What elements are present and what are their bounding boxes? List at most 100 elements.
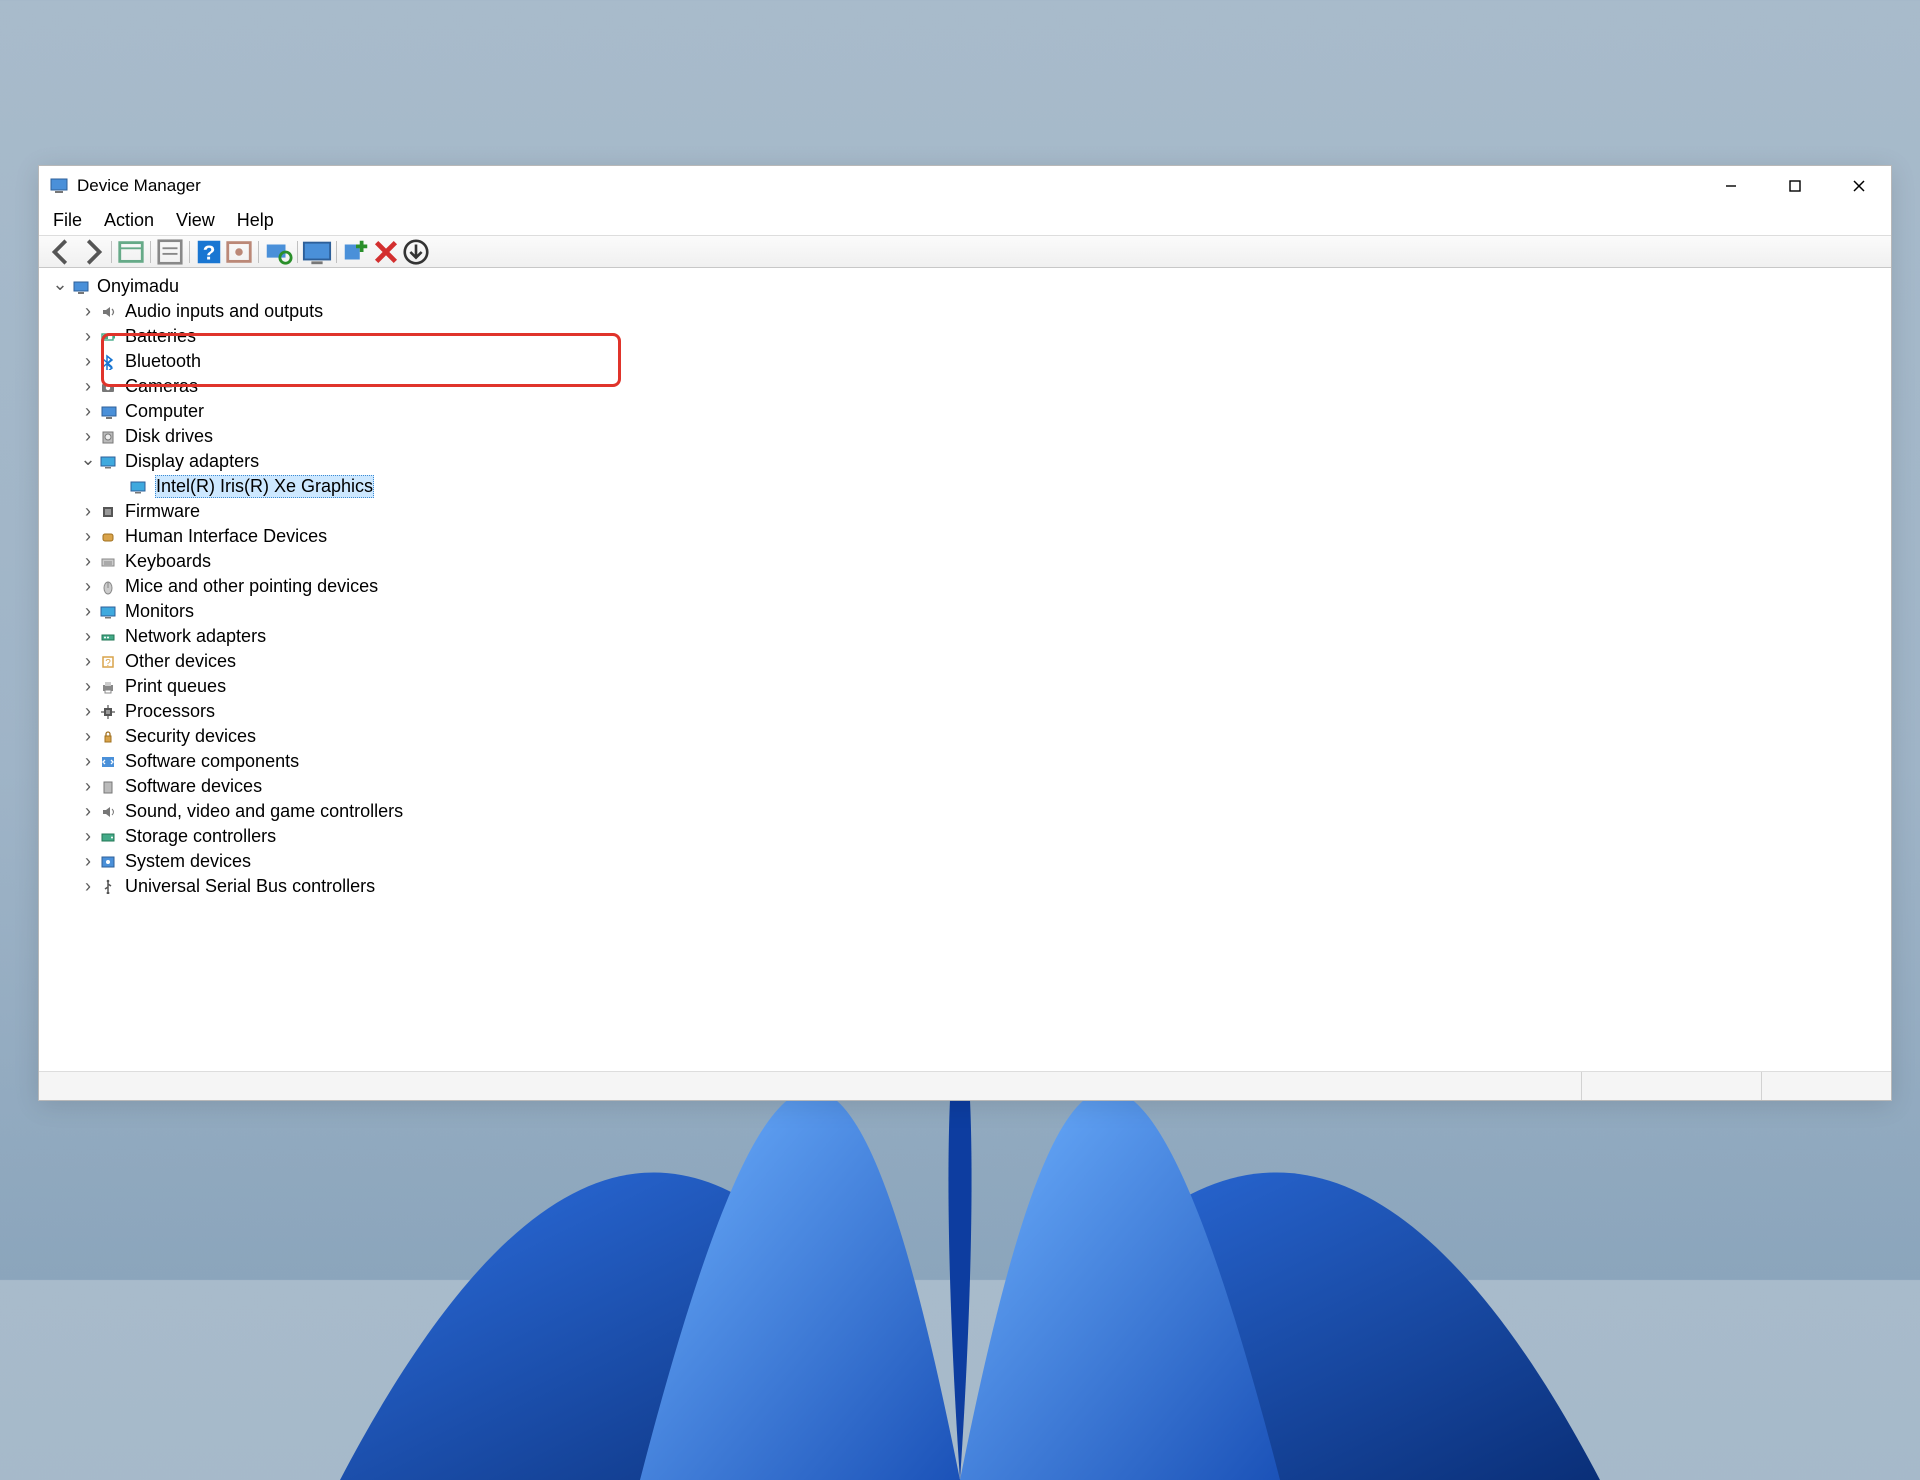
tree-item-label: Intel(R) Iris(R) Xe Graphics <box>155 475 374 498</box>
tree-item-hid[interactable]: Human Interface Devices <box>47 524 1887 549</box>
menu-view[interactable]: View <box>176 210 215 231</box>
tree-item-label: Keyboards <box>125 551 211 572</box>
monitor-icon[interactable] <box>302 239 332 265</box>
chevron-down-icon[interactable] <box>79 451 97 472</box>
tree-item-speaker[interactable]: Audio inputs and outputs <box>47 299 1887 324</box>
menu-help[interactable]: Help <box>237 210 274 231</box>
tree-item-label: Security devices <box>125 726 256 747</box>
camera-icon <box>97 378 119 396</box>
tree-item-label: Network adapters <box>125 626 266 647</box>
tree-item-battery[interactable]: Batteries <box>47 324 1887 349</box>
tree-item-disk[interactable]: Disk drives <box>47 424 1887 449</box>
tree-item-storage[interactable]: Storage controllers <box>47 824 1887 849</box>
chevron-right-icon[interactable] <box>79 851 97 872</box>
chevron-right-icon[interactable] <box>79 826 97 847</box>
printer-icon <box>97 678 119 696</box>
remove-icon[interactable] <box>371 239 401 265</box>
tree-item-label: Storage controllers <box>125 826 276 847</box>
tree-item-label: Cameras <box>125 376 198 397</box>
tree-item-cpu[interactable]: Processors <box>47 699 1887 724</box>
chevron-down-icon[interactable] <box>51 276 69 297</box>
tree-item-firmware[interactable]: Firmware <box>47 499 1887 524</box>
system-icon <box>97 853 119 871</box>
forward-arrow-icon[interactable] <box>77 239 107 265</box>
device-tree[interactable]: OnyimaduAudio inputs and outputsBatterie… <box>39 268 1891 1072</box>
chevron-right-icon[interactable] <box>79 651 97 672</box>
titlebar[interactable]: Device Manager <box>39 166 1891 206</box>
chevron-right-icon[interactable] <box>79 776 97 797</box>
maximize-button[interactable] <box>1763 166 1827 206</box>
chevron-right-icon[interactable] <box>79 426 97 447</box>
tree-item-system[interactable]: System devices <box>47 849 1887 874</box>
tree-item-label: Monitors <box>125 601 194 622</box>
tree-item-label: Human Interface Devices <box>125 526 327 547</box>
chevron-right-icon[interactable] <box>79 576 97 597</box>
tree-item-bluetooth[interactable]: Bluetooth <box>47 349 1887 374</box>
tree-item-display-device[interactable]: Intel(R) Iris(R) Xe Graphics <box>47 474 1887 499</box>
app-icon <box>49 176 69 196</box>
chevron-right-icon[interactable] <box>79 801 97 822</box>
menu-action[interactable]: Action <box>104 210 154 231</box>
chevron-right-icon[interactable] <box>79 626 97 647</box>
tree-item-camera[interactable]: Cameras <box>47 374 1887 399</box>
tree-item-label: Display adapters <box>125 451 259 472</box>
display-icon <box>97 453 119 471</box>
tree-item-label: Sound, video and game controllers <box>125 801 403 822</box>
tree-item-usb[interactable]: Universal Serial Bus controllers <box>47 874 1887 899</box>
hid-icon <box>97 528 119 546</box>
storage-icon <box>97 828 119 846</box>
chevron-right-icon[interactable] <box>79 751 97 772</box>
chevron-right-icon[interactable] <box>79 326 97 347</box>
tree-item-security[interactable]: Security devices <box>47 724 1887 749</box>
chevron-right-icon[interactable] <box>79 301 97 322</box>
tree-item-monitor[interactable]: Monitors <box>47 599 1887 624</box>
install-icon[interactable] <box>401 239 431 265</box>
tree-item-keyboard[interactable]: Keyboards <box>47 549 1887 574</box>
tree-item-display[interactable]: Display adapters <box>47 449 1887 474</box>
tree-item-mouse[interactable]: Mice and other pointing devices <box>47 574 1887 599</box>
battery-icon <box>97 328 119 346</box>
chevron-right-icon[interactable] <box>79 376 97 397</box>
chevron-right-icon[interactable] <box>79 726 97 747</box>
chevron-right-icon[interactable] <box>79 501 97 522</box>
back-arrow-icon[interactable] <box>47 239 77 265</box>
tree-item-network[interactable]: Network adapters <box>47 624 1887 649</box>
chevron-right-icon[interactable] <box>79 676 97 697</box>
chevron-right-icon[interactable] <box>79 551 97 572</box>
monitor-icon <box>97 603 119 621</box>
sw-comp-icon <box>97 753 119 771</box>
menu-file[interactable]: File <box>53 210 82 231</box>
chevron-right-icon[interactable] <box>79 526 97 547</box>
tree-item-printer[interactable]: Print queues <box>47 674 1887 699</box>
tree-item-label: System devices <box>125 851 251 872</box>
tree-item-computer[interactable]: Computer <box>47 399 1887 424</box>
tree-item-sw-dev[interactable]: Software devices <box>47 774 1887 799</box>
tree-item-label: Print queues <box>125 676 226 697</box>
close-button[interactable] <box>1827 166 1891 206</box>
chevron-right-icon[interactable] <box>79 601 97 622</box>
tree-root[interactable]: Onyimadu <box>47 274 1887 299</box>
help-icon[interactable]: ? <box>194 239 224 265</box>
minimize-button[interactable] <box>1699 166 1763 206</box>
add-legacy-icon[interactable] <box>341 239 371 265</box>
update-policy-icon[interactable] <box>224 239 254 265</box>
properties-icon[interactable] <box>155 239 185 265</box>
tree-item-label: Batteries <box>125 326 196 347</box>
tree-item-label: Disk drives <box>125 426 213 447</box>
chevron-right-icon[interactable] <box>79 351 97 372</box>
cpu-icon <box>97 703 119 721</box>
tree-item-label: Computer <box>125 401 204 422</box>
tree-item-sound[interactable]: Sound, video and game controllers <box>47 799 1887 824</box>
window-title: Device Manager <box>77 176 201 196</box>
keyboard-icon <box>97 553 119 571</box>
chevron-right-icon[interactable] <box>79 876 97 897</box>
tree-item-sw-comp[interactable]: Software components <box>47 749 1887 774</box>
tree-item-other[interactable]: ?Other devices <box>47 649 1887 674</box>
svg-text:?: ? <box>203 241 216 264</box>
tree-item-label: Mice and other pointing devices <box>125 576 378 597</box>
show-hidden-icon[interactable] <box>116 239 146 265</box>
scan-hardware-icon[interactable] <box>263 239 293 265</box>
chevron-right-icon[interactable] <box>79 401 97 422</box>
disk-icon <box>97 428 119 446</box>
chevron-right-icon[interactable] <box>79 701 97 722</box>
